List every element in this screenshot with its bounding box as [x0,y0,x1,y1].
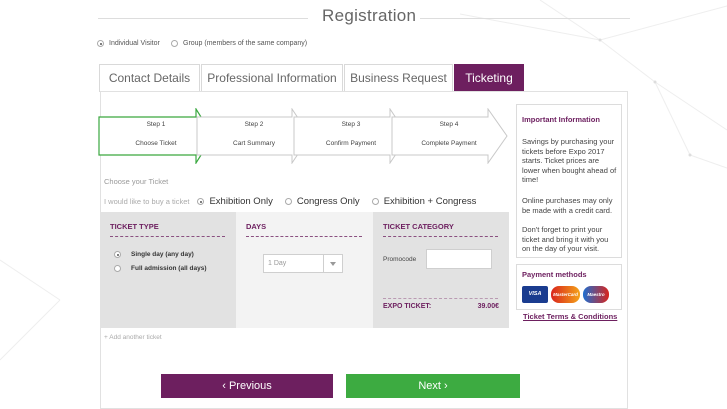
exhibition-only-label: Exhibition Only [209,196,273,207]
ticket-terms-link[interactable]: Ticket Terms & Conditions [523,312,617,321]
info-paragraph-savings: Savings by purchasing your tickets befor… [522,137,617,185]
ticket-category-column: TICKET CATEGORY Promocode EXPO TICKET: 3… [373,212,509,328]
tab-business-request[interactable]: Business Request [344,64,453,92]
radio-individual[interactable] [97,40,104,47]
radio-group[interactable] [171,40,178,47]
congress-only-label: Congress Only [296,196,360,207]
visitor-individual-label: Individual Visitor [109,40,160,47]
maestro-card-icon: Maestro [583,286,609,303]
visa-card-icon: VISA [522,286,548,303]
step-arrow-2 [196,108,311,164]
days-select[interactable]: 1 Day [263,254,343,273]
step-arrow-4 [391,108,508,164]
days-select-arrow[interactable] [323,255,342,272]
page-header: Registration [0,6,727,30]
step-1-name: Choose Ticket [135,140,177,147]
step-2-number: Step 2 [244,121,264,128]
ticket-category-rule [383,236,498,237]
tab-professional-information[interactable]: Professional Information [201,64,343,92]
expo-ticket-price: 39.00€ [477,303,499,310]
days-column: DAYS 1 Day [236,212,373,328]
option-exhibition-only[interactable]: Exhibition Only [197,196,273,207]
days-rule [246,236,362,237]
expo-ticket-rule [383,298,498,299]
option-single-day[interactable]: Single day (any day) [114,251,194,258]
previous-button[interactable]: ‹ Previous [161,374,333,398]
exhibition-congress-label: Exhibition + Congress [383,196,477,207]
full-admission-label: Full admission (all days) [131,265,207,272]
option-full-admission[interactable]: Full admission (all days) [114,265,207,272]
days-heading: DAYS [246,222,267,231]
step-3-name: Confirm Payment [325,140,377,147]
single-day-label: Single day (any day) [131,251,194,258]
step-1-number: Step 1 [146,121,166,128]
tab-contact-details[interactable]: Contact Details [99,64,200,92]
important-info-box: Important Information Savings by purchas… [516,104,622,258]
ticket-type-heading: TICKET TYPE [110,222,159,231]
next-button[interactable]: Next › [346,374,520,398]
ticket-type-rule [110,236,225,237]
days-select-value: 1 Day [268,260,287,267]
visitor-group-label: Group (members of the same company) [183,40,308,47]
step-2-name: Cart Summary [233,140,275,147]
chevron-down-icon [330,262,336,266]
radio-exhibition-congress[interactable] [371,198,379,205]
title-divider-left [98,18,308,19]
radio-single-day[interactable] [114,251,121,258]
promocode-label: Promocode [383,256,417,263]
ticket-category-heading: TICKET CATEGORY [383,222,454,231]
ticket-kind-row: I would like to buy a ticket Exhibition … [104,196,488,207]
option-exhibition-congress[interactable]: Exhibition + Congress [371,196,477,207]
visitor-group-option[interactable]: Group (members of the same company) [171,40,307,47]
choose-ticket-heading: Choose your Ticket [104,177,169,186]
radio-full-admission[interactable] [114,265,121,272]
visitor-individual-option[interactable]: Individual Visitor [97,40,160,47]
buy-ticket-label: I would like to buy a ticket [104,197,190,206]
important-info-title: Important Information [522,115,600,124]
info-paragraph-credit-card: Online purchases may only be made with a… [522,196,613,215]
add-another-ticket-link[interactable]: + Add another ticket [104,334,162,341]
radio-congress-only[interactable] [284,198,292,205]
tab-ticketing[interactable]: Ticketing [454,64,524,92]
payment-methods-box: Payment methods VISA MasterCard Maestro [516,264,622,310]
step-arrow-1 [98,108,214,164]
step-arrow-3 [293,108,409,164]
payment-methods-title: Payment methods [522,270,587,279]
step-4-number: Step 4 [439,121,459,128]
checkout-steps [98,108,508,164]
promocode-input[interactable] [426,249,492,269]
title-divider-right [420,18,630,19]
step-4-name: Complete Payment [421,140,477,147]
step-3-number: Step 3 [341,121,361,128]
option-congress-only[interactable]: Congress Only [284,196,360,207]
radio-exhibition-only[interactable] [197,198,205,205]
info-paragraph-print: Don't forget to print your ticket and br… [522,225,609,254]
ticket-type-column: TICKET TYPE Single day (any day) Full ad… [100,212,236,328]
mastercard-icon: MasterCard [551,286,580,303]
expo-ticket-label: EXPO TICKET: [383,303,432,310]
page-title: Registration [322,6,417,25]
